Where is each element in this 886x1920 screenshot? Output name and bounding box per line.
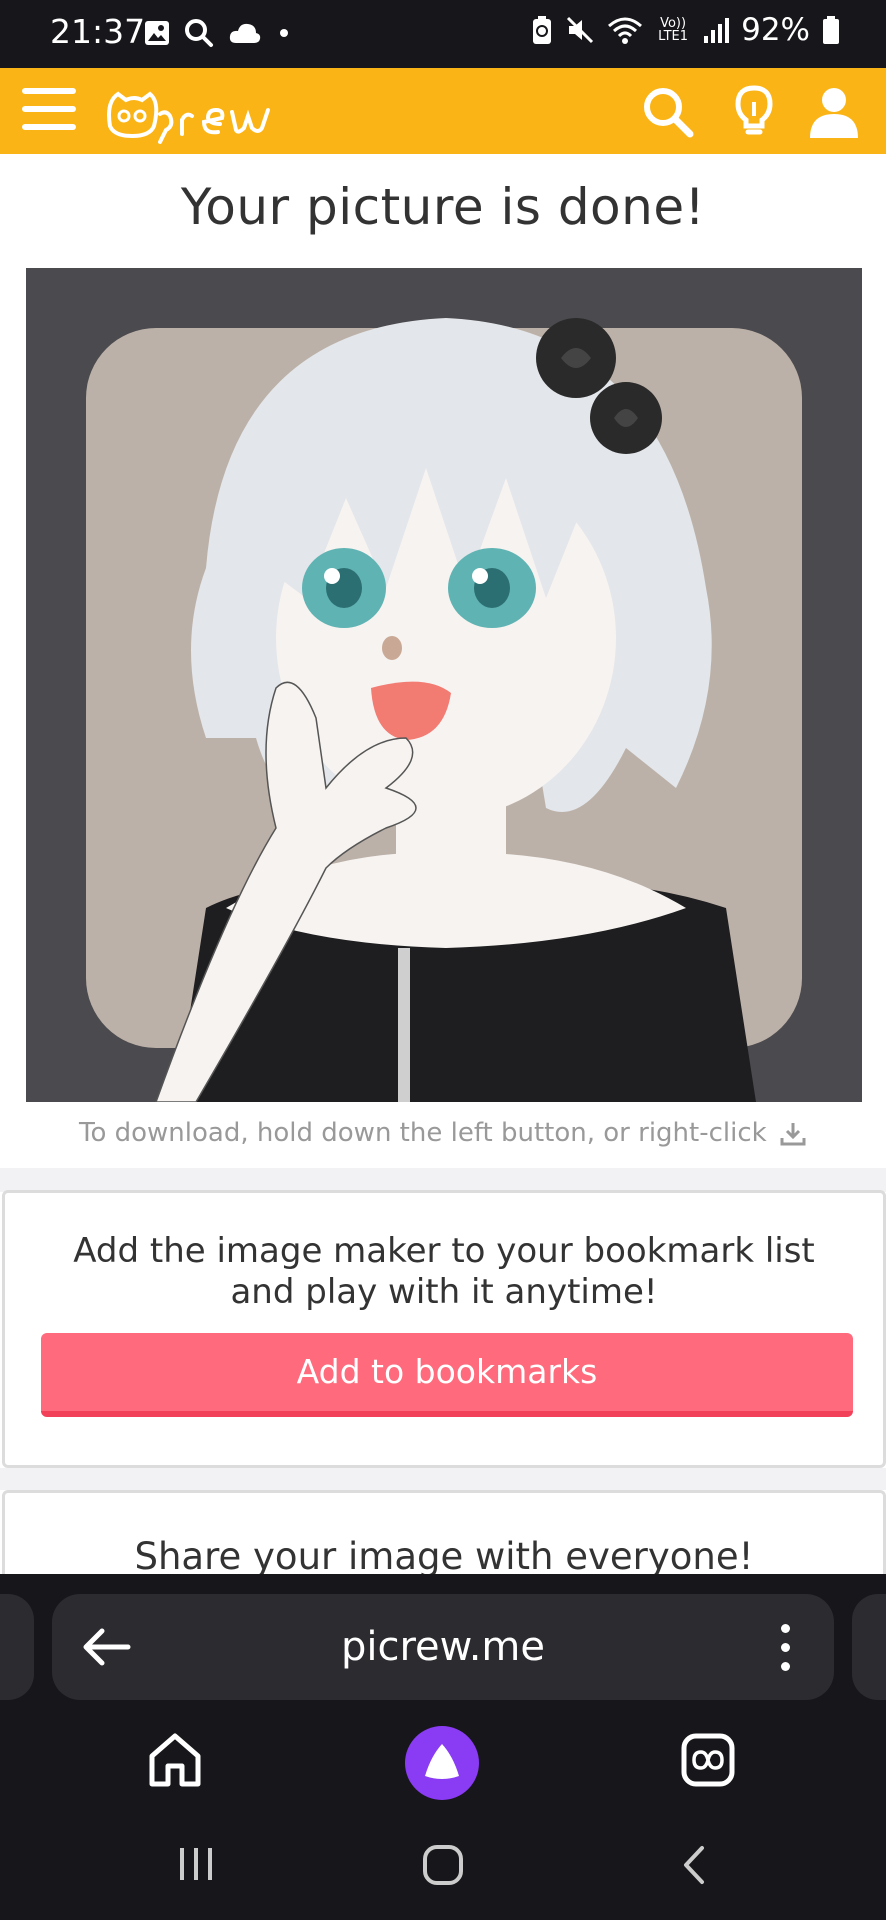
battery-percent: 92% bbox=[741, 12, 810, 48]
system-home-icon[interactable] bbox=[422, 1844, 464, 1886]
assistant-icon[interactable] bbox=[405, 1726, 479, 1800]
battery-icon bbox=[823, 16, 839, 44]
volte-icon: Vo)) LTE1 bbox=[658, 16, 689, 44]
status-right: Vo)) LTE1 92% bbox=[531, 12, 840, 48]
bookmark-card: Add the image maker to your bookmark lis… bbox=[2, 1190, 886, 1468]
search-icon bbox=[185, 19, 213, 47]
status-time: 21:37 bbox=[50, 12, 146, 51]
avatar-illustration bbox=[26, 268, 862, 1102]
menu-icon[interactable] bbox=[22, 88, 76, 132]
download-hint: To download, hold down the left button, … bbox=[0, 1118, 886, 1148]
download-hint-text: To download, hold down the left button, … bbox=[79, 1118, 767, 1148]
tabs-icon[interactable] bbox=[680, 1732, 736, 1788]
app-header bbox=[0, 68, 886, 154]
gallery-icon bbox=[145, 21, 169, 45]
address-bar[interactable]: picrew.me bbox=[52, 1594, 834, 1700]
add-to-bookmarks-button[interactable]: Add to bookmarks bbox=[41, 1333, 853, 1417]
cloud-icon bbox=[229, 23, 261, 43]
section-divider bbox=[0, 1468, 886, 1490]
download-icon bbox=[780, 1122, 806, 1145]
generated-picture[interactable] bbox=[26, 268, 862, 1102]
picrew-logo[interactable] bbox=[104, 80, 284, 144]
search-icon[interactable] bbox=[640, 84, 696, 140]
system-back-icon[interactable] bbox=[678, 1844, 708, 1886]
page-title: Your picture is done! bbox=[180, 178, 706, 236]
mute-icon bbox=[567, 16, 594, 44]
browser-bottom-bar: picrew.me bbox=[0, 1574, 886, 1920]
back-arrow-icon[interactable] bbox=[78, 1622, 134, 1672]
more-options-icon[interactable] bbox=[778, 1624, 792, 1672]
wifi-icon bbox=[608, 17, 643, 44]
user-icon[interactable] bbox=[806, 84, 862, 140]
lightbulb-icon[interactable] bbox=[726, 84, 782, 140]
home-icon[interactable] bbox=[148, 1732, 202, 1788]
status-left-icons bbox=[144, 18, 288, 48]
status-bar: 21:37 Vo)) LTE1 92% bbox=[0, 0, 886, 68]
battery-saver-icon bbox=[533, 16, 552, 44]
bookmark-card-text: Add the image maker to your bookmark lis… bbox=[73, 1231, 815, 1312]
previous-tab-peek[interactable] bbox=[0, 1594, 34, 1700]
recents-icon[interactable] bbox=[176, 1844, 216, 1884]
url-text[interactable]: picrew.me bbox=[52, 1594, 834, 1700]
signal-icon bbox=[704, 18, 730, 43]
dot-icon bbox=[280, 29, 288, 37]
share-card-text: Share your image with everyone! bbox=[134, 1535, 754, 1578]
next-tab-peek[interactable] bbox=[852, 1594, 886, 1700]
section-divider bbox=[0, 1168, 886, 1192]
